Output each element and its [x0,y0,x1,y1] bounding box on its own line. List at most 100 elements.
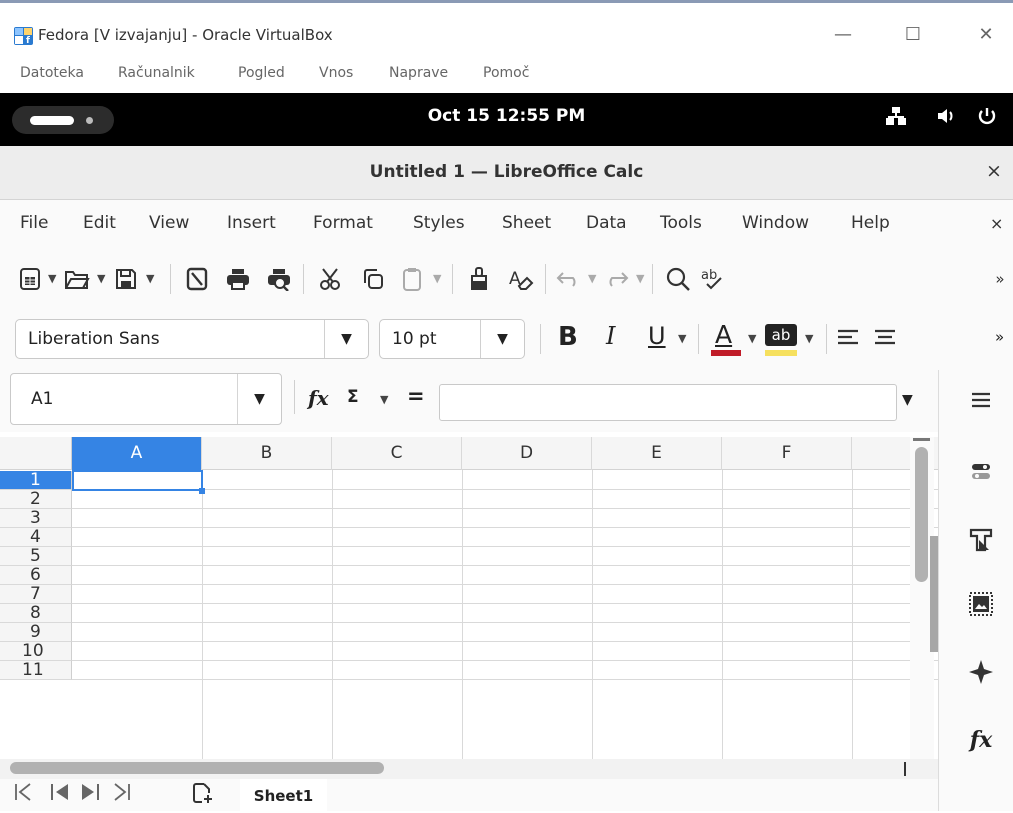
underline-dropdown-icon[interactable]: ▼ [678,332,686,345]
italic-icon[interactable]: I [606,322,615,350]
paste-dropdown-icon[interactable]: ▼ [433,272,441,285]
close-button[interactable]: ✕ [976,25,996,45]
open-dropdown-icon[interactable]: ▼ [97,272,105,285]
menu-data[interactable]: Data [586,213,627,233]
volume-icon[interactable] [936,106,956,131]
row-header-7[interactable]: 7 [0,585,72,604]
active-cell-a1[interactable] [72,470,203,491]
minimize-button[interactable]: — [833,25,853,45]
horizontal-scroll-thumb[interactable] [10,762,384,774]
row-header-10[interactable]: 10 [0,642,72,661]
column-header-a[interactable]: A [72,437,202,470]
menu-insert[interactable]: Insert [227,213,276,233]
vbox-menu-pomoc[interactable]: Pomoč [483,65,529,81]
select-all-corner[interactable] [0,437,72,470]
font-name-dropdown-icon[interactable]: ▼ [324,320,368,358]
open-folder-icon[interactable] [61,263,93,295]
column-header-e[interactable]: E [592,437,722,470]
navigator-icon[interactable] [965,656,997,688]
properties-icon[interactable] [965,456,997,488]
vertical-scroll-split-handle[interactable] [913,438,930,441]
power-icon[interactable] [977,106,997,131]
row-header-6[interactable]: 6 [0,566,72,585]
font-name-combo[interactable]: Liberation Sans ▼ [15,319,369,359]
vbox-menu-racunalnik[interactable]: Računalnik [118,65,195,81]
print-icon[interactable] [222,263,254,295]
horizontal-scroll-split-handle[interactable] [904,762,906,776]
scroll-prev-sheet-icon[interactable] [50,782,70,807]
clone-formatting-icon[interactable] [463,263,495,295]
vbox-menu-vnos[interactable]: Vnos [319,65,353,81]
menu-edit[interactable]: Edit [83,213,116,233]
column-header-b[interactable]: B [202,437,332,470]
sheet-tab-sheet1[interactable]: Sheet1 [240,779,327,811]
network-icon[interactable] [885,106,907,131]
formula-equals-icon[interactable]: = [407,384,425,408]
menu-view[interactable]: View [149,213,189,233]
row-header-3[interactable]: 3 [0,509,72,528]
redo-dropdown-icon[interactable]: ▼ [636,272,644,285]
underline-icon[interactable]: U [648,322,666,350]
align-center-icon[interactable] [873,328,897,352]
vbox-menu-pogled[interactable]: Pogled [238,65,285,81]
clock[interactable]: Oct 15 12:55 PM [0,106,1013,126]
menu-help[interactable]: Help [851,213,890,233]
column-header-f[interactable]: F [722,437,852,470]
name-box-dropdown-icon[interactable]: ▼ [237,374,281,424]
styles-icon[interactable] [965,524,997,556]
new-dropdown-icon[interactable]: ▼ [48,272,56,285]
sum-dropdown-icon[interactable]: ▼ [380,393,388,406]
menu-tools[interactable]: Tools [660,213,702,233]
highlight-dropdown-icon[interactable]: ▼ [805,332,813,345]
font-size-combo[interactable]: 10 pt ▼ [379,319,525,359]
row-header-5[interactable]: 5 [0,547,72,566]
cut-icon[interactable] [314,263,346,295]
vbox-menu-datoteka[interactable]: Datoteka [20,65,84,81]
new-spreadsheet-icon[interactable] [14,263,46,295]
column-header-c[interactable]: C [332,437,462,470]
row-header-8[interactable]: 8 [0,604,72,623]
save-dropdown-icon[interactable]: ▼ [146,272,154,285]
lo-window-close-button[interactable]: × [986,160,1002,182]
functions-icon[interactable]: fx [965,724,997,756]
autofill-handle[interactable] [199,488,205,494]
row-header-1[interactable]: 1 [0,471,72,490]
copy-icon[interactable] [357,263,389,295]
undo-icon[interactable] [553,263,585,295]
formula-input[interactable] [439,384,897,421]
spelling-icon[interactable]: ab [697,263,729,295]
clear-formatting-icon[interactable]: A [505,263,537,295]
paste-icon[interactable] [396,263,428,295]
sum-icon[interactable]: Σ [347,387,359,407]
find-replace-icon[interactable] [662,263,694,295]
close-document-button[interactable]: × [990,214,1003,233]
toolbar-overflow-icon[interactable]: » [990,263,1010,295]
menu-format[interactable]: Format [313,213,373,233]
save-icon[interactable] [110,263,142,295]
scroll-first-sheet-icon[interactable] [14,782,32,807]
font-size-dropdown-icon[interactable]: ▼ [480,320,524,358]
menu-styles[interactable]: Styles [413,213,465,233]
undo-dropdown-icon[interactable]: ▼ [588,272,596,285]
highlight-color-icon[interactable]: ab [763,318,799,358]
vbox-menu-naprave[interactable]: Naprave [389,65,448,81]
add-sheet-icon[interactable] [191,782,213,809]
column-header-d[interactable]: D [462,437,592,470]
row-header-4[interactable]: 4 [0,528,72,547]
menu-sheet[interactable]: Sheet [502,213,551,233]
name-box[interactable]: A1 ▼ [10,373,282,425]
font-color-icon[interactable]: A [708,318,742,358]
format-toolbar-overflow-icon[interactable]: » [995,328,1004,346]
row-header-11[interactable]: 11 [0,661,72,680]
row-header-9[interactable]: 9 [0,623,72,642]
scroll-last-sheet-icon[interactable] [113,782,131,807]
row-header-2[interactable]: 2 [0,490,72,509]
scroll-next-sheet-icon[interactable] [80,782,100,807]
formula-expand-icon[interactable]: ▼ [902,392,913,408]
align-left-icon[interactable] [836,328,860,352]
menu-window[interactable]: Window [742,213,809,233]
sidebar-menu-icon[interactable] [965,384,997,416]
print-preview-icon[interactable] [263,263,295,295]
bold-icon[interactable]: B [558,322,578,352]
menu-file[interactable]: File [20,213,48,233]
